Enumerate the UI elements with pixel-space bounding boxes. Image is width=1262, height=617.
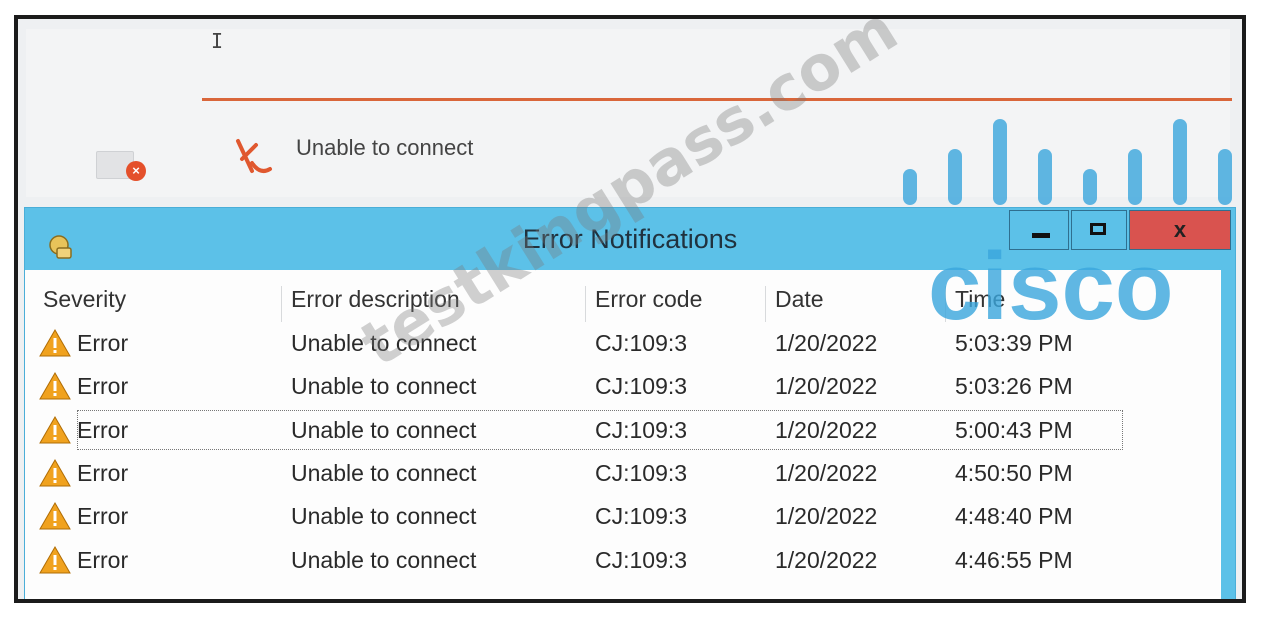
- description-cell: Unable to connect: [291, 416, 477, 443]
- error-code-cell: CJ:109:3: [595, 546, 688, 573]
- close-button[interactable]: x: [1129, 210, 1231, 250]
- column-header-time[interactable]: Time: [955, 286, 1005, 313]
- error-code-cell: CJ:109:3: [595, 503, 688, 530]
- column-header-date[interactable]: Date: [775, 286, 824, 313]
- description-cell: Unable to connect: [291, 459, 477, 486]
- close-icon: x: [1173, 217, 1187, 242]
- call-failed-icon: [230, 135, 274, 179]
- error-code-cell: CJ:109:3: [595, 330, 688, 356]
- error-code-cell: CJ:109:3: [595, 373, 688, 400]
- time-cell: 4:48:40 PM: [955, 503, 1073, 530]
- column-header-code[interactable]: Error code: [595, 286, 702, 313]
- time-cell: 4:46:55 PM: [955, 546, 1073, 573]
- maximize-button[interactable]: [1071, 210, 1127, 250]
- app-error-icon[interactable]: ×: [96, 147, 152, 183]
- column-header-description[interactable]: Error description: [291, 286, 460, 313]
- description-cell: Unable to connect: [291, 503, 477, 530]
- time-cell: 5:00:43 PM: [955, 416, 1073, 443]
- error-notifications-window: Error Notifications x Severity Error des…: [24, 207, 1236, 599]
- screenshot-frame: I × Unable to connect Error Notification…: [14, 15, 1246, 603]
- connection-status-text: Unable to connect: [296, 135, 474, 160]
- warning-icon: [39, 502, 71, 530]
- table-row[interactable]: Error Unable to connect CJ:109:3 1/20/2022 4…: [25, 539, 1215, 581]
- severity-cell: Error: [77, 330, 129, 356]
- severity-cell: Error: [77, 416, 129, 443]
- warning-icon: [39, 328, 71, 357]
- table-row[interactable]: Error Unable to connect CJ:109:3 1/20/2022 4…: [25, 495, 1215, 537]
- description-cell: Unable to connect: [291, 546, 477, 573]
- table-row[interactable]: Error Unable to connect CJ:109:3 1/20/2022 5…: [25, 409, 1215, 451]
- severity-cell: Error: [77, 546, 129, 573]
- time-cell: 5:03:39 PM: [955, 330, 1073, 356]
- window-titlebar[interactable]: Error Notifications x: [25, 208, 1235, 270]
- minimize-icon: [1032, 233, 1050, 238]
- column-divider[interactable]: [765, 286, 766, 322]
- maximize-icon: [1090, 223, 1106, 235]
- scrollbar[interactable]: [1221, 270, 1235, 599]
- accent-line: [202, 98, 1232, 101]
- warning-icon: [39, 415, 71, 444]
- column-divider[interactable]: [945, 286, 946, 322]
- time-cell: 5:03:26 PM: [955, 373, 1073, 400]
- minimize-button[interactable]: [1009, 210, 1069, 250]
- warning-icon: [39, 545, 71, 573]
- notifications-table: Severity Error description Error code Da…: [25, 270, 1220, 596]
- warning-icon: [39, 372, 71, 400]
- date-cell: 1/20/2022: [775, 546, 878, 573]
- column-header-severity[interactable]: Severity: [43, 286, 126, 313]
- time-cell: 4:50:50 PM: [955, 459, 1073, 486]
- description-cell: Unable to connect: [291, 373, 477, 400]
- table-header: Severity Error description Error code Da…: [25, 278, 1215, 322]
- table-row[interactable]: Error Unable to connect CJ:109:3 1/20/2022 4…: [25, 452, 1215, 494]
- error-code-cell: CJ:109:3: [595, 459, 688, 486]
- table-row[interactable]: Error Unable to connect CJ:109:3 1/20/2022 5…: [25, 365, 1215, 407]
- error-code-cell: CJ:109:3: [595, 416, 688, 443]
- date-cell: 1/20/2022: [775, 416, 878, 443]
- column-divider[interactable]: [585, 286, 586, 322]
- severity-cell: Error: [77, 373, 129, 400]
- date-cell: 1/20/2022: [775, 373, 878, 400]
- warning-icon: [39, 458, 71, 487]
- table-row[interactable]: Error Unable to connect CJ:109:3 1/20/2022 5…: [25, 322, 1215, 364]
- severity-cell: Error: [77, 459, 129, 486]
- date-cell: 1/20/2022: [775, 459, 878, 486]
- severity-cell: Error: [77, 503, 129, 530]
- text-cursor: I: [211, 29, 224, 53]
- date-cell: 1/20/2022: [775, 330, 878, 356]
- column-divider[interactable]: [281, 286, 282, 322]
- date-cell: 1/20/2022: [775, 503, 878, 530]
- description-cell: Unable to connect: [291, 330, 477, 356]
- client-top-panel: I × Unable to connect: [26, 29, 1232, 197]
